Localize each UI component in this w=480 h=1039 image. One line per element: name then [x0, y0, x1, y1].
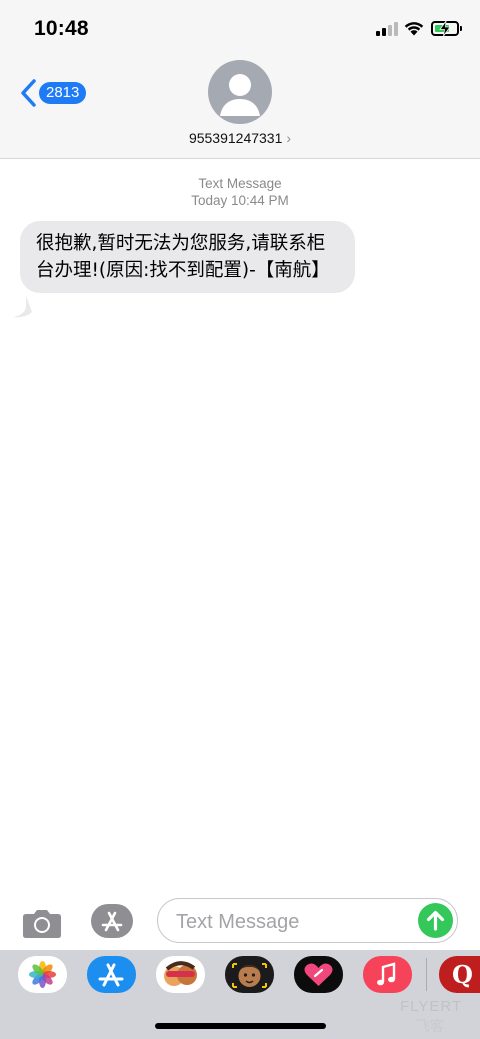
status-bar: 10:48: [0, 0, 480, 56]
app-store-button-icon[interactable]: [90, 903, 134, 939]
music-icon[interactable]: [363, 956, 412, 993]
charging-bolt-icon: [439, 21, 451, 36]
digital-touch-icon[interactable]: [294, 956, 343, 993]
svg-text:Q: Q: [452, 960, 473, 989]
chevron-left-icon: [21, 79, 36, 107]
message-timestamp: Today 10:44 PM: [191, 193, 289, 208]
compose-bar: Text Message: [0, 890, 480, 950]
photos-icon[interactable]: [18, 956, 67, 993]
battery-tip: [460, 26, 462, 31]
send-button[interactable]: [418, 903, 453, 938]
contact-name[interactable]: 955391247331 ›: [0, 130, 480, 146]
contact-number: 955391247331: [188, 130, 283, 146]
arrow-up-icon: [426, 910, 445, 931]
app-store-icon[interactable]: [87, 956, 136, 993]
cellular-signal-icon: [376, 22, 398, 36]
memoji-stickers-icon[interactable]: [156, 956, 205, 993]
message-service-label: Text Message: [198, 176, 282, 191]
contact-avatar[interactable]: [208, 60, 272, 124]
animoji-icon[interactable]: [225, 956, 274, 993]
watermark-logo-subtitle: 飞客: [416, 1018, 444, 1034]
bubble-tail: [13, 296, 32, 318]
unread-count-badge: 2813: [39, 82, 87, 104]
message-input[interactable]: Text Message: [157, 898, 458, 943]
q-app-icon[interactable]: Q: [439, 956, 480, 993]
message-input-placeholder: Text Message: [176, 911, 300, 933]
camera-icon[interactable]: [22, 908, 62, 938]
back-button[interactable]: 2813: [18, 78, 87, 108]
app-drawer: Q FLYERT 飞客: [0, 950, 480, 1039]
app-drawer-divider: [426, 958, 427, 991]
wifi-icon: [404, 22, 424, 36]
home-indicator: [155, 1023, 326, 1029]
incoming-message-bubble[interactable]: 很抱歉,暂时无法为您服务,请联系柜台办理!(原因:找不到配置)-【南航】: [20, 221, 355, 293]
top-header-area: 10:48 2813 955391247331 ›: [0, 0, 480, 159]
chevron-right-icon: ›: [286, 130, 292, 146]
status-time: 10:48: [34, 17, 89, 40]
watermark-logo: FLYERT: [400, 998, 463, 1015]
person-silhouette-icon: [220, 74, 260, 116]
